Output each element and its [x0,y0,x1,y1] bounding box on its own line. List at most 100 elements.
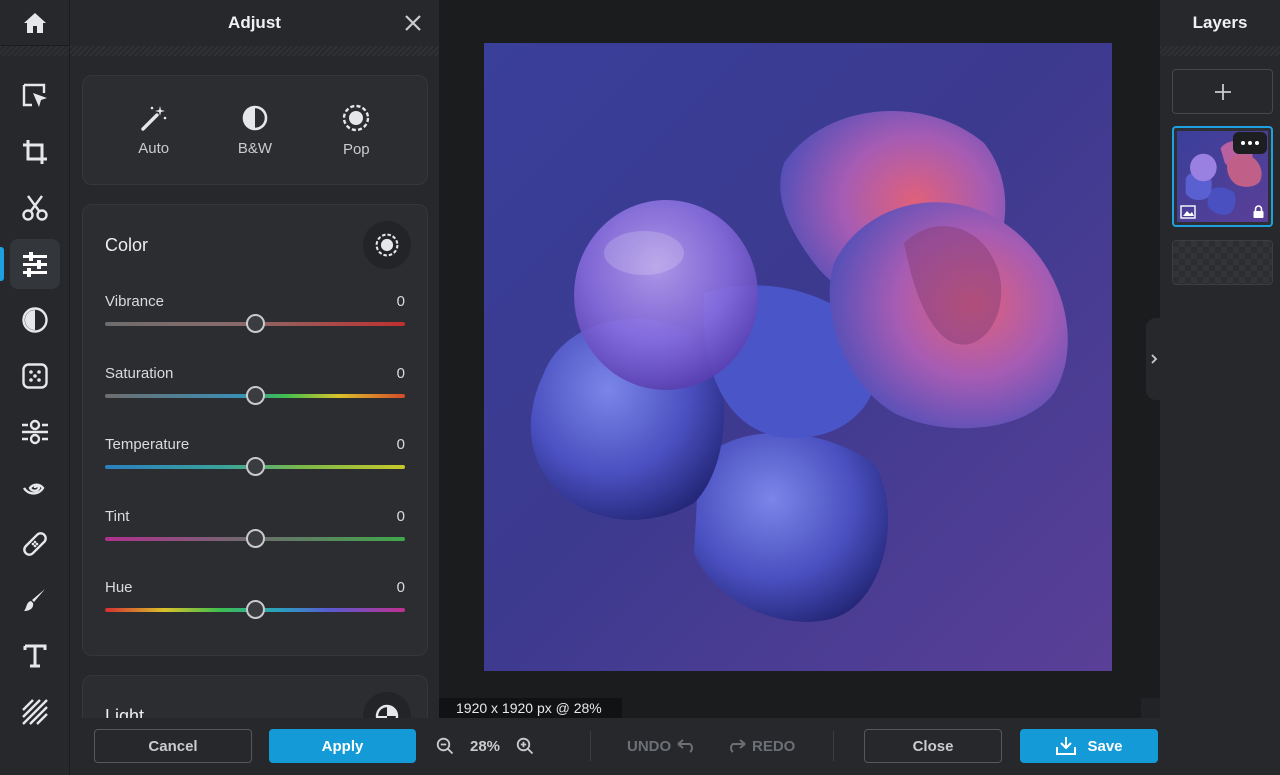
active-tool-marker [0,247,4,281]
slider-label: Tint [105,508,130,525]
adjust-panel: Adjust Auto B&W Pop Color Vibrance 0 Sat… [70,0,439,718]
undo-button[interactable]: UNDO [627,729,697,763]
slider-label: Saturation [105,365,174,382]
bandage-icon [23,532,47,556]
photo-editor-app: Adjust Auto B&W Pop Color Vibrance 0 Sat… [0,0,1280,775]
preset-auto[interactable]: Auto [114,104,194,157]
undo-icon [677,739,694,753]
preset-pop[interactable]: Pop [316,103,396,158]
zoom-in-icon[interactable] [516,737,534,755]
zoom-controls: 28% [436,729,534,763]
slider-knob[interactable] [246,314,265,333]
tool-draw[interactable] [0,572,70,628]
tool-cutout[interactable] [0,180,70,236]
apply-button[interactable]: Apply [269,729,416,763]
tool-crop[interactable] [0,124,70,180]
save-label: Save [1087,737,1123,755]
tool-distort[interactable] [0,460,70,516]
undo-label: UNDO [627,737,672,755]
adjust-panel-header: Adjust [70,0,439,46]
sun-icon [375,233,399,257]
zoom-out-icon[interactable] [436,737,454,755]
slider-knob[interactable] [246,386,265,405]
slider-value: 0 [396,436,405,453]
layer-item-selected[interactable] [1172,126,1273,227]
color-card: Color Vibrance 0 Saturation 0 Temperatur… [82,204,428,656]
select-pointer-icon [22,83,47,107]
more-dot [1248,141,1252,145]
tool-select[interactable] [0,68,70,124]
panel-title: Adjust [228,13,281,32]
scissors-icon [22,195,48,221]
download-icon [1056,737,1077,755]
canvas-corner [1141,698,1160,718]
panel-divider [70,46,439,56]
toolbar-separator [590,731,591,761]
tool-effects[interactable] [0,292,70,348]
redo-button[interactable]: REDO [726,729,795,763]
crop-icon [23,140,47,164]
layers-title: Layers [1192,13,1248,32]
color-section-title: Color [105,235,149,255]
tool-textures[interactable] [0,684,70,740]
save-button[interactable]: Save [1020,729,1158,763]
slider-knob[interactable] [246,457,265,476]
home-button[interactable] [0,0,69,46]
plus-icon [1214,83,1231,100]
preset-bw[interactable]: B&W [215,104,295,157]
canvas-area[interactable]: 1920 x 1920 px @ 28% [439,0,1160,718]
preset-auto-label: Auto [138,139,170,157]
wave-lines-icon [22,419,48,445]
light-card: Light [82,675,428,718]
sun-icon [343,104,370,131]
redo-icon [730,739,746,753]
diagonal-lines-icon [22,699,48,725]
slider-value: 0 [396,579,405,596]
slider-value: 0 [396,508,405,525]
slider-value: 0 [396,293,405,310]
add-layer-button[interactable] [1172,69,1273,114]
tool-heal[interactable] [0,516,70,572]
slider-knob[interactable] [246,600,265,619]
tool-filters[interactable] [0,348,70,404]
image-icon [1180,205,1196,219]
slider-label: Vibrance [105,293,164,310]
lock-icon[interactable] [1252,205,1265,219]
light-section-title: Light [105,706,145,718]
magic-wand-icon [140,105,166,131]
cancel-button[interactable]: Cancel [94,729,252,763]
light-reset-button[interactable] [363,692,411,718]
slider-knob[interactable] [246,529,265,548]
bottom-toolbar: Cancel Apply 28% UNDO REDO Close Save [70,718,1160,775]
rail-divider [0,46,69,56]
tool-rail [0,0,70,775]
tool-adjust[interactable] [0,236,70,292]
preset-bw-label: B&W [237,139,273,157]
dots-grid-icon [22,363,48,389]
zoom-level: 28% [470,737,501,755]
presets-card: Auto B&W Pop [82,75,428,185]
close-button[interactable]: Close [864,729,1002,763]
toolbar-separator [833,731,834,761]
close-icon[interactable] [403,13,423,33]
layer-more-button[interactable] [1233,132,1267,154]
effects-circle-icon [22,307,48,333]
artwork-image[interactable] [484,43,1112,671]
contrast-icon [375,704,399,718]
abstract-shape-illustration [530,110,1068,622]
chevron-right-icon [1151,354,1158,364]
text-icon [23,644,47,668]
tool-retouch[interactable] [0,404,70,460]
tool-text[interactable] [0,628,70,684]
layers-panel: Layers [1160,0,1280,775]
brush-icon [24,589,45,611]
color-reset-button[interactable] [363,221,411,269]
more-dot [1241,141,1245,145]
dimensions-readout: 1920 x 1920 px @ 28% [439,698,622,718]
home-icon [23,12,46,33]
slider-value: 0 [396,365,405,382]
more-dot [1255,141,1259,145]
layer-item-empty[interactable] [1172,240,1273,285]
half-circle-icon [242,105,268,130]
slider-label: Temperature [105,436,190,453]
